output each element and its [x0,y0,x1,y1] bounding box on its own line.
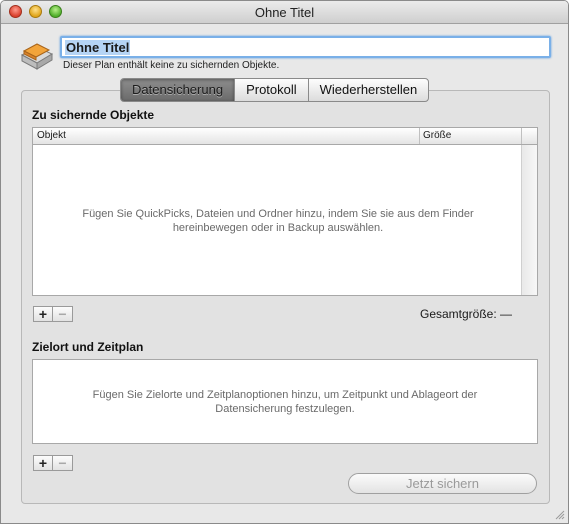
remove-object-button[interactable]: − [53,306,73,322]
backup-now-button[interactable]: Jetzt sichern [348,473,537,494]
plan-name-text: Ohne Titel [65,40,131,55]
objects-table[interactable]: Objekt Größe Fügen Sie QuickPicks, Datei… [32,127,538,296]
backup-app-icon [20,43,54,70]
destination-section-heading: Zielort und Zeitplan [32,340,144,354]
plan-name-field[interactable]: Ohne Titel [60,36,551,58]
backup-plan-window: Ohne Titel Ohne Titel Dieser Plan enthäl… [0,0,569,524]
column-header-groesse[interactable]: Größe [423,129,451,143]
window-title: Ohne Titel [254,5,315,20]
objects-section-heading: Zu sichernde Objekte [32,108,155,122]
destination-empty-hint-line-2: Datensicherung festzulegen. [215,403,355,415]
objects-empty-hint-line-1: Fügen Sie QuickPicks, Dateien und Ordner… [82,208,474,220]
destination-empty-hint-line-1: Fügen Sie Zielorte und Zeitplanoptionen … [92,389,478,401]
title-bar[interactable]: Ohne Titel [1,1,568,24]
plan-status-text: Dieser Plan enthält keine zu sichernden … [63,60,280,71]
tab-wiederherstellen[interactable]: Wiederherstellen [309,79,429,101]
destination-button-group: + − [33,455,73,471]
destination-list[interactable]: Fügen Sie Zielorte und Zeitplanoptionen … [32,359,538,444]
total-size-label: Gesamtgröße: — [420,307,513,321]
column-header-objekt[interactable]: Objekt [37,129,66,143]
tab-datensicherung[interactable]: Datensicherung [121,79,236,101]
resize-grip-icon[interactable] [555,510,565,520]
column-divider[interactable] [521,128,522,144]
remove-destination-button[interactable]: − [53,455,73,471]
tab-bar: Datensicherung Protokoll Wiederherstelle… [120,78,430,102]
objects-empty-hint-line-2: hereinbewegen oder in Backup auswählen. [172,222,384,234]
tab-datensicherung-label: Datensicherung [132,82,224,97]
add-object-button[interactable]: + [33,306,53,322]
column-divider[interactable] [419,128,420,144]
table-scrollbar[interactable] [521,145,537,295]
objects-button-group: + − [33,306,73,322]
tab-protokoll[interactable]: Protokoll [235,79,309,101]
add-destination-button[interactable]: + [33,455,53,471]
table-header: Objekt Größe [33,128,537,145]
